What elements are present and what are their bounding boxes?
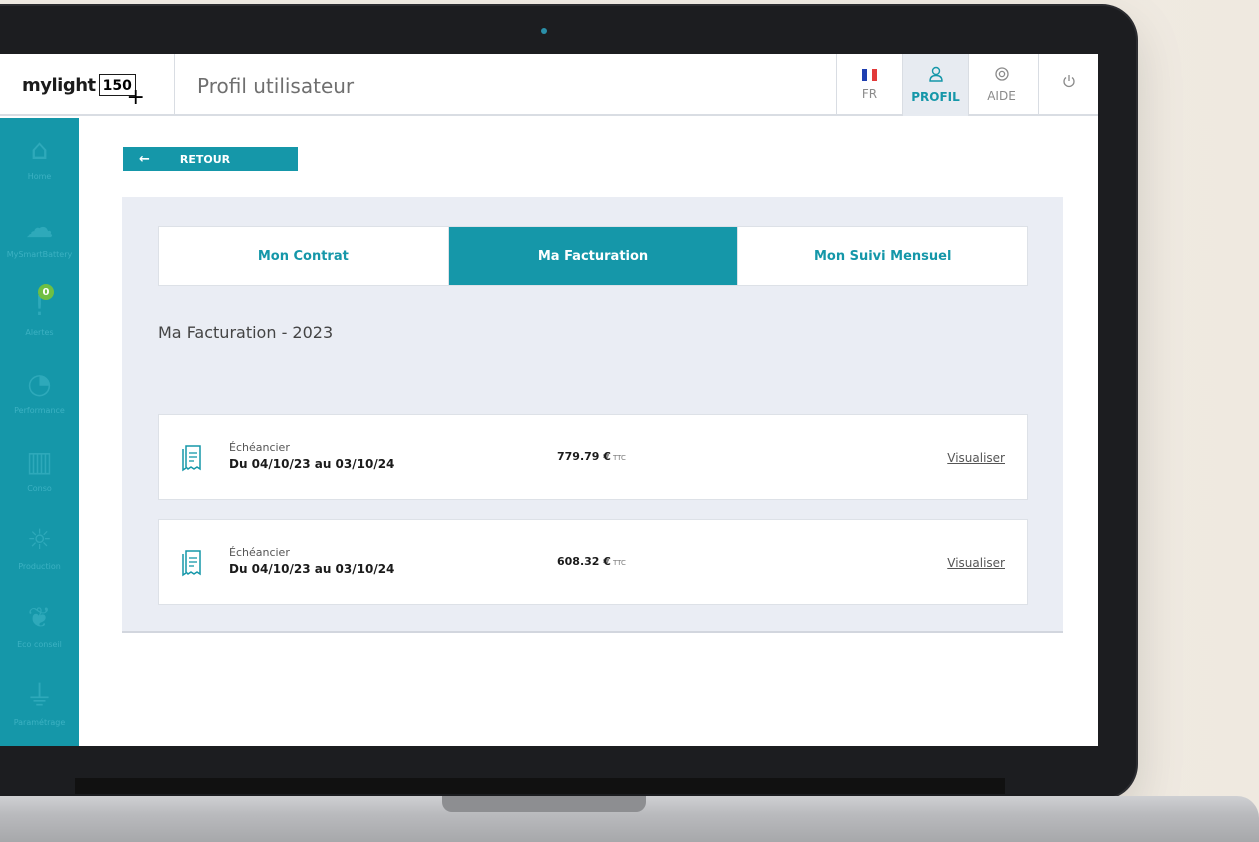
app-header: mylight 150 + Profil utilisateur FR PROF… — [0, 54, 1098, 116]
sidebar-item-alertes[interactable]: ! Alertes 0 — [0, 274, 79, 352]
sidebar-item-conso[interactable]: ▥ Conso — [0, 430, 79, 508]
lifebuoy-icon — [994, 67, 1009, 85]
french-flag-icon — [861, 69, 878, 81]
invoice-period: Du 04/10/23 au 03/10/24 — [229, 562, 395, 576]
language-label: FR — [861, 87, 878, 101]
profil-button[interactable]: PROFIL — [902, 54, 968, 116]
section-title: Ma Facturation - 2023 — [158, 323, 334, 342]
sidebar-item-label: MySmartBattery — [6, 249, 73, 259]
language-button[interactable]: FR — [836, 54, 902, 116]
sidebar-item-label: Performance — [14, 405, 65, 415]
tab-mon-suivi-mensuel[interactable]: Mon Suivi Mensuel — [738, 227, 1027, 285]
sidebar-item-label: Paramétrage — [13, 717, 66, 727]
sidebar-item-label: Home — [27, 171, 52, 181]
page-title: Profil utilisateur — [197, 74, 355, 98]
gauge-icon: ◔ — [27, 366, 52, 400]
sidebar-item-label: Alertes — [25, 327, 54, 337]
invoice-period: Du 04/10/23 au 03/10/24 — [229, 457, 395, 471]
aide-label: AIDE — [987, 89, 1016, 103]
tax-label: TTC — [612, 559, 626, 567]
logo[interactable]: mylight 150 + — [0, 54, 175, 116]
sidebar-item-performance[interactable]: ◔ Performance — [0, 352, 79, 430]
invoice-amount: 779.79 € TTC — [557, 450, 626, 463]
profil-label: PROFIL — [911, 90, 960, 104]
power-icon — [1062, 74, 1076, 92]
screen-bottom-bezel — [75, 778, 1005, 794]
webcam — [541, 28, 547, 34]
visualiser-link[interactable]: Visualiser — [947, 556, 1005, 570]
tax-label: TTC — [612, 454, 626, 462]
logo-plus: + — [126, 85, 145, 110]
visualiser-link[interactable]: Visualiser — [947, 451, 1005, 465]
solar-panel-icon: ☼ — [26, 522, 53, 556]
back-button[interactable]: ← RETOUR — [123, 147, 298, 171]
sidebar-item-label: Eco conseil — [17, 639, 62, 649]
logo-box: 150 + — [98, 74, 145, 109]
arrow-left-icon: ← — [139, 151, 150, 167]
invoice-amount: 608.32 € TTC — [557, 555, 626, 568]
receipt-icon — [182, 550, 201, 577]
logo-text: mylight — [22, 74, 96, 96]
back-label: RETOUR — [179, 152, 231, 166]
sidebar-item-label: Conso — [27, 483, 52, 493]
invoice-type: Échéancier — [229, 546, 290, 559]
laptop-notch — [442, 796, 646, 812]
home-icon: ⌂ — [30, 132, 49, 166]
billing-panel: Mon Contrat Ma Facturation Mon Suivi Men… — [122, 197, 1063, 633]
invoice-card: Échéancier Du 04/10/23 au 03/10/24 779.7… — [158, 414, 1028, 500]
bar-chart-icon: ▥ — [26, 444, 53, 478]
app-screen: mylight 150 + Profil utilisateur FR PROF… — [0, 54, 1098, 746]
sidebar-item-mysmartbattery[interactable]: ☁ MySmartBattery — [0, 196, 79, 274]
plug-icon: ⏚ — [25, 678, 54, 712]
amount-value: 779.79 € — [557, 450, 611, 463]
logout-button[interactable] — [1038, 54, 1098, 116]
receipt-icon — [182, 445, 201, 472]
tab-ma-facturation[interactable]: Ma Facturation — [448, 227, 739, 285]
sidebar-item-param-trage[interactable]: ⏚ Paramétrage — [0, 664, 79, 742]
tab-mon-contrat[interactable]: Mon Contrat — [159, 227, 449, 285]
sidebar-item-production[interactable]: ☼ Production — [0, 508, 79, 586]
alert-count-badge: 0 — [38, 284, 54, 300]
sidebar: ⌂ Home ☁ MySmartBattery! Alertes 0 ◔ Performanc… — [0, 118, 79, 746]
aide-button[interactable]: AIDE — [968, 54, 1034, 116]
battery-cloud-icon: ☁ — [25, 210, 54, 244]
leaf-icon: ❦ — [27, 600, 52, 634]
sidebar-item-home[interactable]: ⌂ Home — [0, 118, 79, 196]
invoice-type: Échéancier — [229, 441, 290, 454]
user-icon — [928, 66, 943, 86]
tab-bar: Mon Contrat Ma Facturation Mon Suivi Men… — [158, 226, 1028, 286]
sidebar-item-label: Production — [18, 561, 61, 571]
invoice-card: Échéancier Du 04/10/23 au 03/10/24 608.3… — [158, 519, 1028, 605]
sidebar-item-eco-conseil[interactable]: ❦ Eco conseil — [0, 586, 79, 664]
amount-value: 608.32 € — [557, 555, 611, 568]
